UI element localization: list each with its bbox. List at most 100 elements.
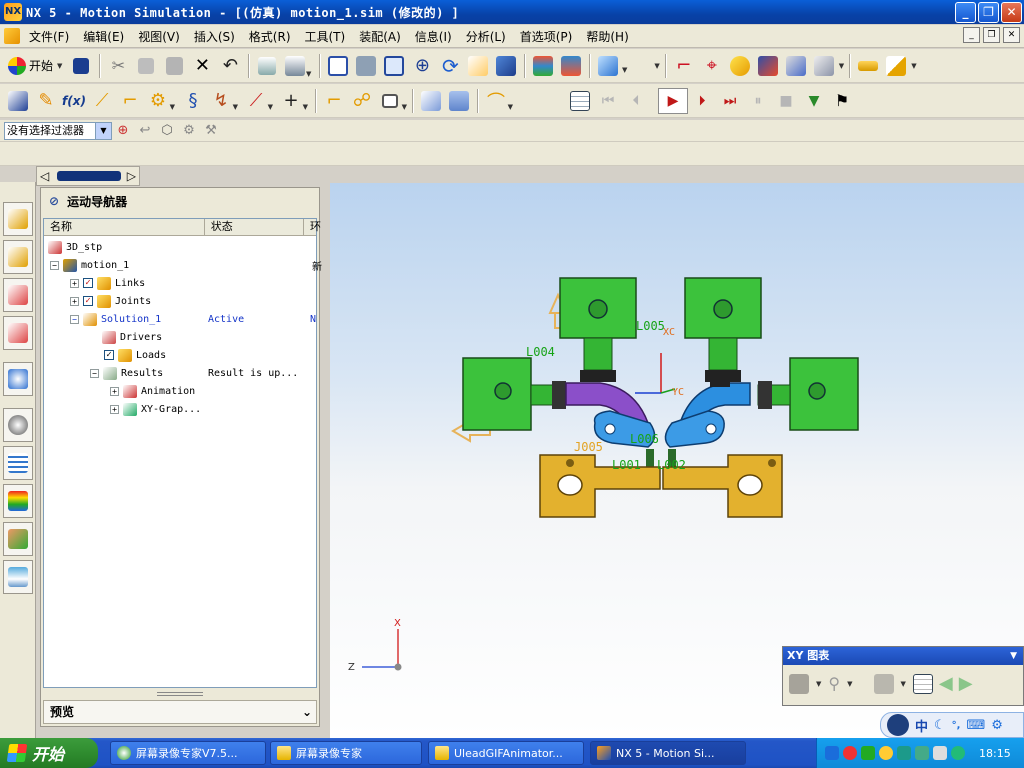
play-button[interactable]: ▶ bbox=[658, 87, 688, 114]
motion-navigator-tab[interactable] bbox=[3, 316, 33, 350]
move-layer-button[interactable] bbox=[558, 53, 584, 79]
function-button[interactable]: f(x) bbox=[61, 88, 87, 114]
start-button[interactable]: 开始 ▼ bbox=[4, 53, 67, 79]
column-env[interactable]: 环 bbox=[304, 219, 321, 235]
collapse-tray-icon[interactable] bbox=[825, 746, 839, 760]
articulation-button[interactable]: ⌒ ▼ bbox=[483, 88, 513, 114]
animation-settings-button[interactable] bbox=[567, 88, 593, 114]
zoom-in-out-button[interactable]: ⊕ bbox=[409, 53, 435, 79]
maximize-button[interactable]: ❐ bbox=[978, 2, 999, 23]
tree-row-motion[interactable]: − motion_1 新 bbox=[50, 256, 322, 274]
security-shield-icon[interactable] bbox=[951, 746, 965, 760]
menu-preferences[interactable]: 首选项(P) bbox=[513, 28, 580, 45]
zoom-window-button[interactable] bbox=[353, 53, 379, 79]
tree-row-solution[interactable]: − Solution_1 Active N bbox=[70, 310, 318, 328]
tray-app-icon[interactable] bbox=[861, 746, 875, 760]
measure-button[interactable] bbox=[855, 53, 881, 79]
ime-logo-icon[interactable] bbox=[887, 714, 909, 736]
finish-animation-button[interactable]: ⚑ bbox=[829, 88, 855, 114]
punctuation-icon[interactable]: °, bbox=[952, 720, 961, 731]
step-back-button[interactable]: ⏴ bbox=[623, 88, 649, 114]
tray-app-icon[interactable] bbox=[843, 746, 857, 760]
tree-row-animation[interactable]: + Animation bbox=[110, 382, 195, 400]
scroll-right-button[interactable]: ▷ bbox=[127, 169, 136, 183]
selection-filter-dropdown[interactable]: 没有选择过滤器 ▼ bbox=[4, 121, 112, 140]
settings-icon[interactable]: ⚙ bbox=[991, 718, 1003, 733]
visibility-checkbox[interactable]: ✓ bbox=[83, 278, 93, 288]
transform-button[interactable] bbox=[783, 53, 809, 79]
system-scene-tab[interactable] bbox=[3, 560, 33, 594]
collapse-icon[interactable]: − bbox=[70, 314, 79, 324]
solution-button[interactable] bbox=[418, 88, 444, 114]
link-select-button[interactable]: ↩ bbox=[135, 121, 155, 141]
tree-row-xy-graph[interactable]: + XY-Grap... bbox=[110, 400, 201, 418]
expand-icon[interactable]: + bbox=[70, 278, 79, 288]
assembly-navigator-tab[interactable] bbox=[3, 202, 33, 236]
tray-app-icon[interactable] bbox=[897, 746, 911, 760]
tree-row-results[interactable]: − Results Result is up... bbox=[90, 364, 318, 382]
wcs-origin-button[interactable]: ⌖ bbox=[699, 53, 725, 79]
chevron-down-icon[interactable]: ⌄ bbox=[302, 701, 312, 723]
expand-icon[interactable]: + bbox=[110, 404, 119, 414]
move-object-button[interactable] bbox=[755, 53, 781, 79]
orient-view-button[interactable]: ▼ bbox=[595, 53, 627, 79]
interference-button[interactable]: ⌐ bbox=[321, 88, 347, 114]
preview-section[interactable]: 预览 ⌄ bbox=[43, 700, 317, 724]
rotate-button[interactable]: ⟳ bbox=[437, 53, 463, 79]
layer-button[interactable] bbox=[530, 53, 556, 79]
pan-button[interactable] bbox=[465, 53, 491, 79]
menu-file[interactable]: 文件(F) bbox=[22, 28, 76, 45]
feature-select-button[interactable]: ⚙ bbox=[179, 121, 199, 141]
task-recorder-2[interactable]: 屏幕录像专家 bbox=[270, 741, 422, 765]
tree-row-drivers[interactable]: Drivers bbox=[102, 328, 162, 346]
scroll-thumb[interactable] bbox=[57, 171, 121, 181]
menu-assembly[interactable]: 装配(A) bbox=[352, 28, 408, 45]
reuse-library-tab[interactable] bbox=[3, 446, 33, 480]
body-select-button[interactable]: ⬡ bbox=[157, 121, 177, 141]
close-graph-button[interactable] bbox=[873, 673, 894, 694]
tree-row-loads[interactable]: ✓ Loads bbox=[104, 346, 166, 364]
environment-button[interactable] bbox=[5, 88, 31, 114]
doc-minimize-button[interactable]: _ bbox=[963, 27, 980, 43]
palette-tab[interactable] bbox=[3, 484, 33, 518]
link-button[interactable]: ✎ bbox=[33, 88, 59, 114]
copy-button[interactable] bbox=[133, 53, 159, 79]
save-button[interactable] bbox=[68, 53, 94, 79]
undo-button[interactable]: ↶ bbox=[217, 53, 243, 79]
snap-point-button[interactable] bbox=[727, 53, 753, 79]
collapse-icon[interactable]: − bbox=[50, 260, 59, 270]
packaging-button[interactable]: ☍ bbox=[349, 88, 375, 114]
joint-button[interactable]: ⟋ bbox=[89, 88, 115, 114]
part-navigator-tab[interactable] bbox=[3, 278, 33, 312]
scroll-left-button[interactable]: ◁ bbox=[40, 169, 49, 183]
column-name[interactable]: 名称 bbox=[44, 219, 205, 235]
minimize-button[interactable]: _ bbox=[955, 2, 976, 23]
menu-edit[interactable]: 编辑(E) bbox=[76, 28, 131, 45]
qq-icon[interactable] bbox=[879, 746, 893, 760]
app-menu-icon[interactable] bbox=[4, 28, 20, 44]
expand-icon[interactable]: + bbox=[70, 296, 79, 306]
graph-button[interactable] bbox=[789, 673, 809, 694]
history-tab[interactable] bbox=[3, 408, 33, 442]
information-button[interactable]: ▼ bbox=[282, 53, 311, 79]
menu-tools[interactable]: 工具(T) bbox=[298, 28, 353, 45]
forward-arrow-icon[interactable]: ▶ bbox=[959, 673, 973, 694]
snap-select-button[interactable]: ⚒ bbox=[201, 121, 221, 141]
tree-row-3d-stp[interactable]: 3D_stp bbox=[48, 238, 102, 256]
copy-link-button[interactable]: ▼ bbox=[377, 88, 407, 114]
spring-button[interactable]: § bbox=[180, 88, 206, 114]
delete-button[interactable]: ✕ bbox=[189, 53, 215, 79]
web-browser-tab[interactable] bbox=[3, 362, 33, 396]
pause-button[interactable]: ⏸ bbox=[745, 88, 771, 114]
step-forward-button[interactable]: ⏵ bbox=[689, 88, 715, 114]
splitter-handle[interactable] bbox=[157, 692, 203, 696]
expand-icon[interactable]: + bbox=[110, 386, 119, 396]
constraint-navigator-tab[interactable] bbox=[3, 240, 33, 274]
gear-button[interactable]: ⚙ ▼ bbox=[145, 88, 175, 114]
doc-restore-button[interactable]: ❐ bbox=[983, 27, 1000, 43]
menu-analysis[interactable]: 分析(L) bbox=[459, 28, 513, 45]
magnifier-icon[interactable]: ⚲ bbox=[828, 674, 840, 693]
chevron-down-icon[interactable]: ▼ bbox=[1010, 647, 1017, 665]
volume-icon[interactable] bbox=[933, 746, 947, 760]
playback-mode-button[interactable]: ▼ bbox=[801, 88, 827, 114]
